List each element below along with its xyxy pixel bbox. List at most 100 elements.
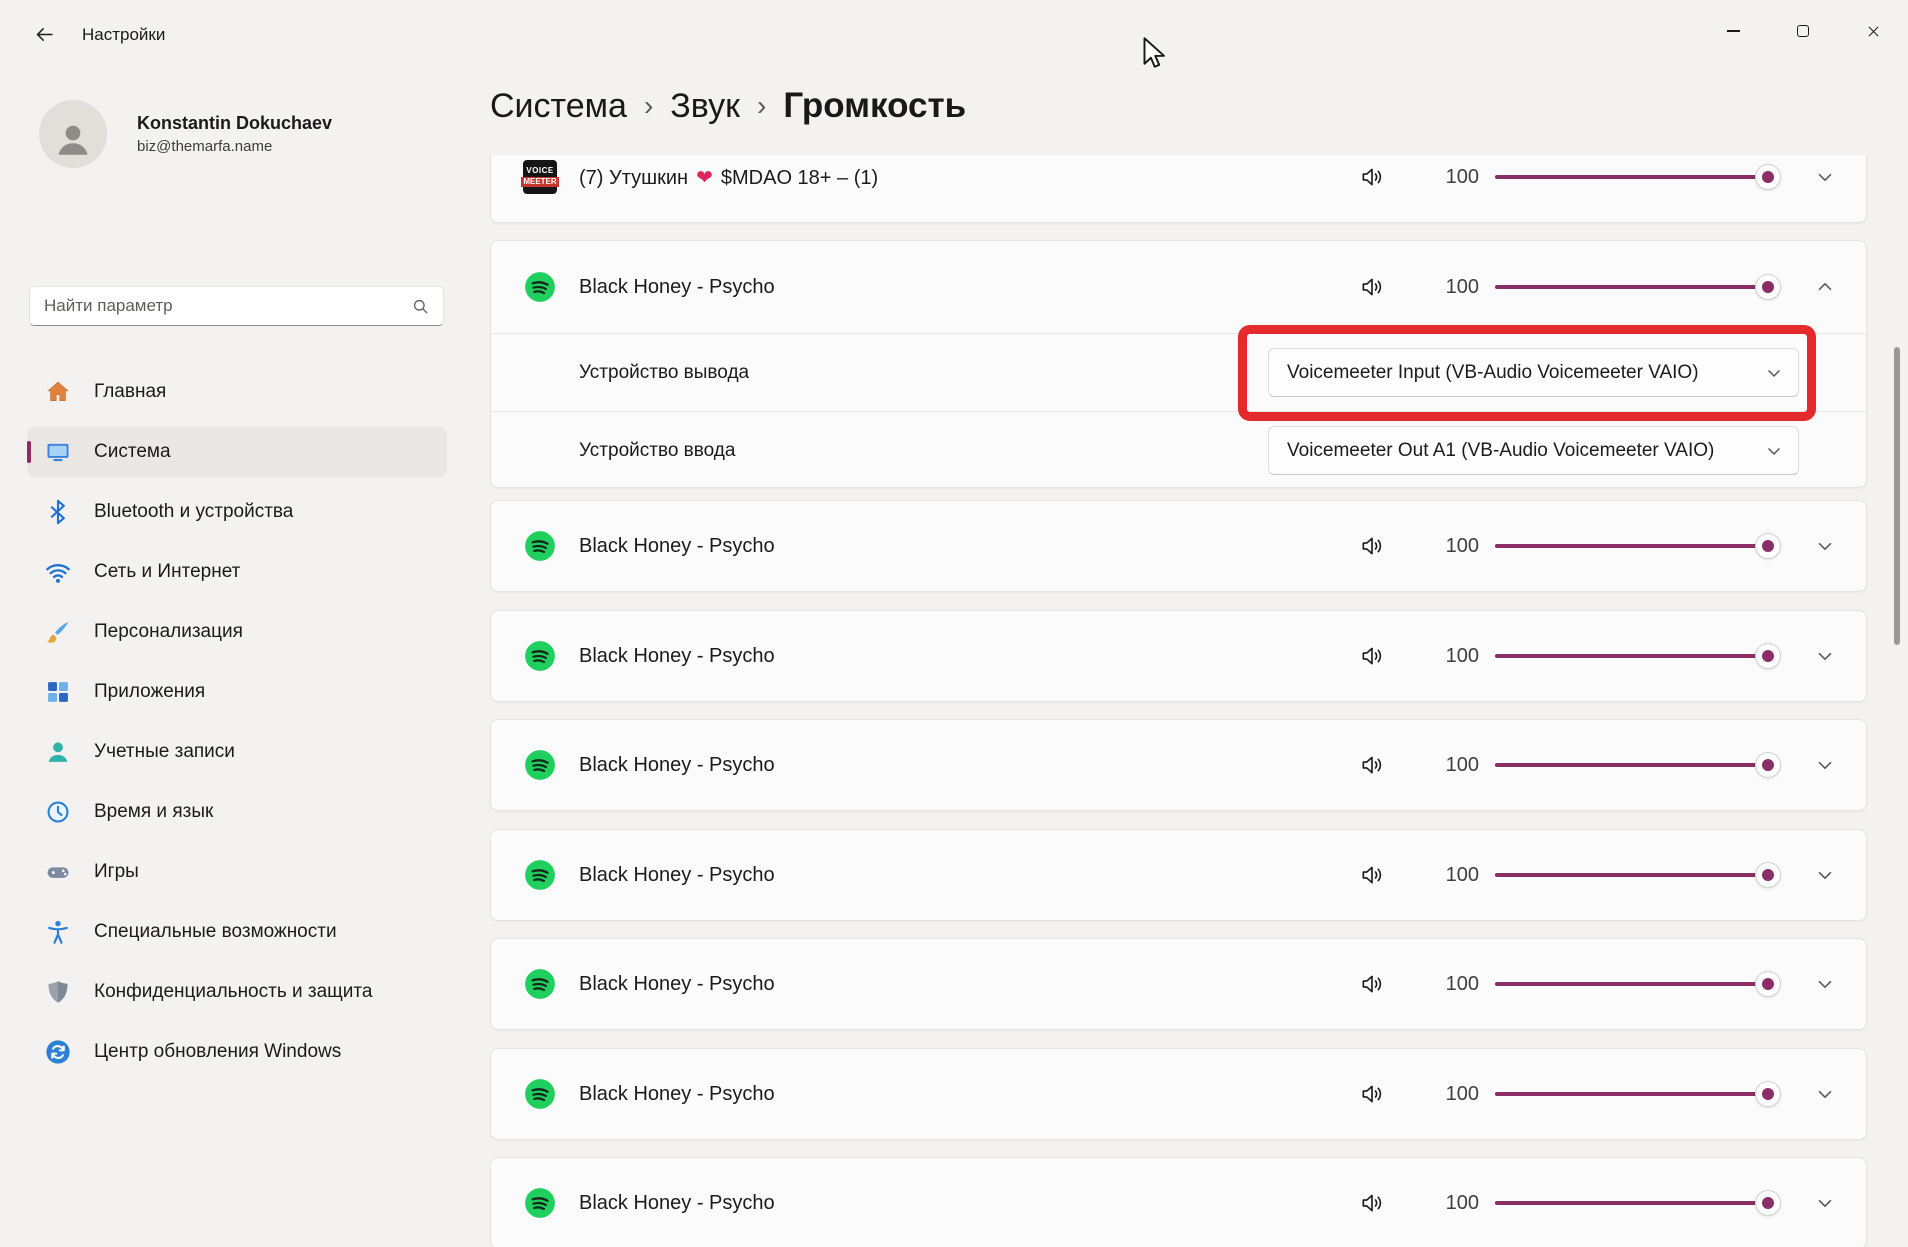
speaker-icon <box>1359 752 1385 778</box>
mixer-row-voicemeeter[interactable]: VOICE MEETER (7) Утушкин ❤ $MDAO 18+ – (… <box>490 155 1867 223</box>
volume-mute-button[interactable] <box>1357 272 1387 302</box>
user-profile[interactable]: Konstantin Dokuchaev biz@themarfa.name <box>39 100 332 168</box>
chevron-down-icon[interactable] <box>1808 967 1842 1001</box>
mixer-row[interactable]: Black Honey - Psycho 100 <box>490 938 1867 1030</box>
games-icon <box>44 858 72 886</box>
bluetooth-icon <box>44 498 72 526</box>
output-device-dropdown[interactable]: Voicemeeter Input (VB-Audio Voicemeeter … <box>1268 348 1799 397</box>
sidebar-item-label: Система <box>94 441 171 463</box>
chevron-down-icon[interactable] <box>1808 639 1842 673</box>
volume-slider[interactable] <box>1495 1079 1780 1109</box>
minimize-button[interactable] <box>1698 0 1768 62</box>
sidebar-nav: Главная Система Bluetooth и устройства С… <box>27 367 447 1077</box>
input-device-label: Устройство ввода <box>579 440 735 462</box>
sidebar-item-label: Конфиденциальность и защита <box>94 981 372 1003</box>
sidebar-item-update[interactable]: Центр обновления Windows <box>27 1027 447 1077</box>
slider-thumb[interactable] <box>1756 165 1780 189</box>
slider-thumb[interactable] <box>1756 275 1780 299</box>
mixer-row[interactable]: Black Honey - Psycho 100 <box>490 829 1867 921</box>
slider-thumb[interactable] <box>1756 1191 1780 1215</box>
voicemeeter-icon: VOICE MEETER <box>523 160 557 194</box>
slider-thumb[interactable] <box>1756 1082 1780 1106</box>
sidebar-item-accounts[interactable]: Учетные записи <box>27 727 447 777</box>
volume-mute-button[interactable] <box>1357 1188 1387 1218</box>
slider-thumb[interactable] <box>1756 644 1780 668</box>
close-button[interactable] <box>1838 0 1908 62</box>
volume-slider[interactable] <box>1495 750 1780 780</box>
volume-mute-button[interactable] <box>1357 750 1387 780</box>
sidebar-item-label: Учетные записи <box>94 741 235 763</box>
slider-thumb[interactable] <box>1756 863 1780 887</box>
volume-mute-button[interactable] <box>1357 969 1387 999</box>
volume-slider[interactable] <box>1495 969 1780 999</box>
sidebar-item-label: Игры <box>94 861 139 883</box>
slider-thumb[interactable] <box>1756 972 1780 996</box>
slider-thumb[interactable] <box>1756 534 1780 558</box>
sidebar-item-home[interactable]: Главная <box>27 367 447 417</box>
chevron-down-icon <box>1764 363 1784 383</box>
breadcrumb-separator: › <box>757 90 766 122</box>
breadcrumb-sound[interactable]: Звук <box>670 87 740 126</box>
volume-mute-button[interactable] <box>1357 1079 1387 1109</box>
input-device-row: Устройство ввода Voicemeeter Out A1 (VB-… <box>491 412 1866 489</box>
mixer-row-expanded[interactable]: Black Honey - Psycho 100 <box>491 241 1866 333</box>
slider-thumb[interactable] <box>1756 753 1780 777</box>
user-email: biz@themarfa.name <box>137 138 332 155</box>
chevron-down-icon[interactable] <box>1808 1186 1842 1220</box>
spotify-icon <box>523 529 557 563</box>
system-icon <box>44 438 72 466</box>
sidebar-item-privacy[interactable]: Конфиденциальность и защита <box>27 967 447 1017</box>
volume-value: 100 <box>1433 276 1479 299</box>
speaker-icon <box>1359 971 1385 997</box>
volume-mute-button[interactable] <box>1357 162 1387 192</box>
sidebar-item-accessibility[interactable]: Специальные возможности <box>27 907 447 957</box>
mixer-row[interactable]: Black Honey - Psycho 100 <box>490 1048 1867 1140</box>
chevron-down-icon[interactable] <box>1808 1077 1842 1111</box>
window-title: Настройки <box>82 25 165 45</box>
input-device-dropdown[interactable]: Voicemeeter Out A1 (VB-Audio Voicemeeter… <box>1268 426 1799 475</box>
chevron-down-icon[interactable] <box>1808 160 1842 194</box>
chevron-down-icon[interactable] <box>1808 529 1842 563</box>
back-button[interactable] <box>24 15 64 53</box>
volume-value: 100 <box>1433 754 1479 777</box>
search-input[interactable] <box>30 296 411 316</box>
volume-slider[interactable] <box>1495 641 1780 671</box>
volume-slider[interactable] <box>1495 1188 1780 1218</box>
sidebar-item-apps[interactable]: Приложения <box>27 667 447 717</box>
breadcrumb-system[interactable]: Система <box>490 87 627 126</box>
network-icon <box>44 558 72 586</box>
mixer-row[interactable]: Black Honey - Psycho 100 <box>490 719 1867 811</box>
sidebar-item-games[interactable]: Игры <box>27 847 447 897</box>
sidebar-item-label: Сеть и Интернет <box>94 561 240 583</box>
sidebar-item-time[interactable]: Время и язык <box>27 787 447 837</box>
volume-mute-button[interactable] <box>1357 641 1387 671</box>
sidebar-item-bluetooth[interactable]: Bluetooth и устройства <box>27 487 447 537</box>
scrollbar-thumb[interactable] <box>1894 347 1900 645</box>
speaker-icon <box>1359 274 1385 300</box>
sidebar-item-system[interactable]: Система <box>27 427 447 477</box>
accounts-icon <box>44 738 72 766</box>
maximize-icon <box>1797 25 1809 37</box>
mixer-row[interactable]: Black Honey - Psycho 100 <box>490 500 1867 592</box>
chevron-down-icon[interactable] <box>1808 748 1842 782</box>
breadcrumb-separator: › <box>644 90 653 122</box>
maximize-button[interactable] <box>1768 0 1838 62</box>
volume-slider[interactable] <box>1495 860 1780 890</box>
volume-mute-button[interactable] <box>1357 531 1387 561</box>
volume-slider[interactable] <box>1495 531 1780 561</box>
sidebar-item-label: Приложения <box>94 681 205 703</box>
window-controls <box>1698 0 1908 62</box>
spotify-icon <box>523 858 557 892</box>
volume-mute-button[interactable] <box>1357 860 1387 890</box>
volume-slider[interactable] <box>1495 162 1780 192</box>
chevron-up-icon[interactable] <box>1808 270 1842 304</box>
sidebar-item-network[interactable]: Сеть и Интернет <box>27 547 447 597</box>
mixer-row[interactable]: Black Honey - Psycho 100 <box>490 1157 1867 1247</box>
chevron-down-icon[interactable] <box>1808 858 1842 892</box>
sidebar-item-label: Главная <box>94 381 166 403</box>
spotify-icon <box>523 270 557 304</box>
sidebar-item-personalization[interactable]: Персонализация <box>27 607 447 657</box>
volume-slider[interactable] <box>1495 272 1780 302</box>
speaker-icon <box>1359 1190 1385 1216</box>
mixer-row[interactable]: Black Honey - Psycho 100 <box>490 610 1867 702</box>
